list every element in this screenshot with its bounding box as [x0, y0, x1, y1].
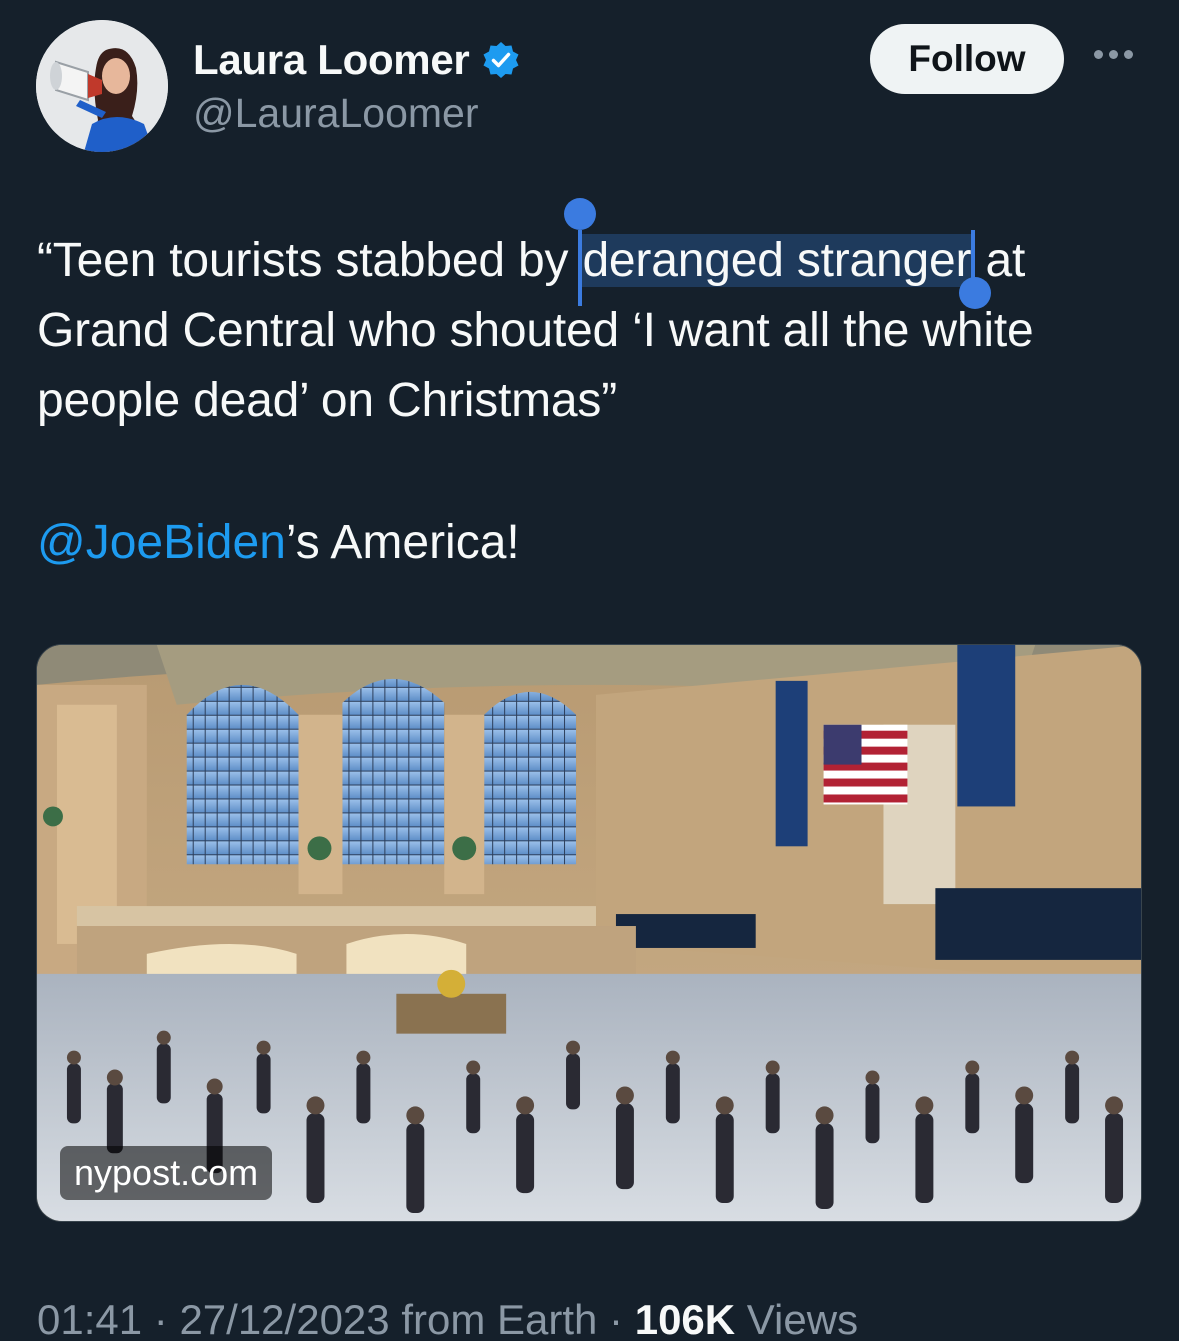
media-card[interactable]	[36, 644, 1142, 1222]
media-source-label[interactable]: nypost.com	[60, 1146, 273, 1200]
selection-knob-start[interactable]	[564, 198, 597, 230]
author-handle[interactable]: @LauraLoomer	[193, 90, 479, 137]
selected-text[interactable]: deranged stranger	[564, 198, 992, 309]
views-count[interactable]: 106K	[635, 1296, 735, 1341]
avatar[interactable]	[36, 20, 168, 152]
selection-handle-start[interactable]	[578, 230, 583, 306]
tweet-date[interactable]: 27/12/2023	[179, 1296, 389, 1341]
avatar-image	[36, 20, 168, 152]
meta-separator-2: ·	[597, 1296, 635, 1341]
tweet-meta: 01:41 · 27/12/2023 from Earth · 106K Vie…	[37, 1296, 858, 1341]
selected-text-content: deranged stranger	[582, 234, 972, 287]
views-label: Views	[746, 1296, 859, 1341]
tweet-time[interactable]: 01:41	[37, 1296, 142, 1341]
tweet-text-line-1: “Teen tourists stabbed by deranged stran…	[37, 198, 1147, 309]
meta-separator: ·	[142, 1296, 180, 1341]
author-name-row: Laura Loomer	[193, 36, 521, 84]
tweet-source: from Earth	[401, 1296, 598, 1341]
display-name[interactable]: Laura Loomer	[193, 36, 470, 84]
tweet-text-line-1-start: “Teen tourists stabbed by	[37, 234, 582, 287]
tweet-text[interactable]: “Teen tourists stabbed by deranged stran…	[37, 198, 1147, 436]
tweet-card: Laura Loomer @LauraLoomer Follow “Teen t…	[0, 0, 1179, 1341]
grand-central-photo	[37, 645, 1141, 1221]
more-horizontal-icon[interactable]	[1094, 50, 1133, 59]
tweet-text-line-3: people dead’ on Christmas”	[37, 374, 618, 427]
verified-badge-icon[interactable]	[481, 40, 521, 80]
mention-link[interactable]: @JoeBiden	[37, 516, 286, 569]
follow-button[interactable]: Follow	[870, 24, 1064, 94]
mention-line: @JoeBiden’s America!	[37, 508, 520, 578]
mention-suffix: ’s America!	[285, 516, 520, 569]
